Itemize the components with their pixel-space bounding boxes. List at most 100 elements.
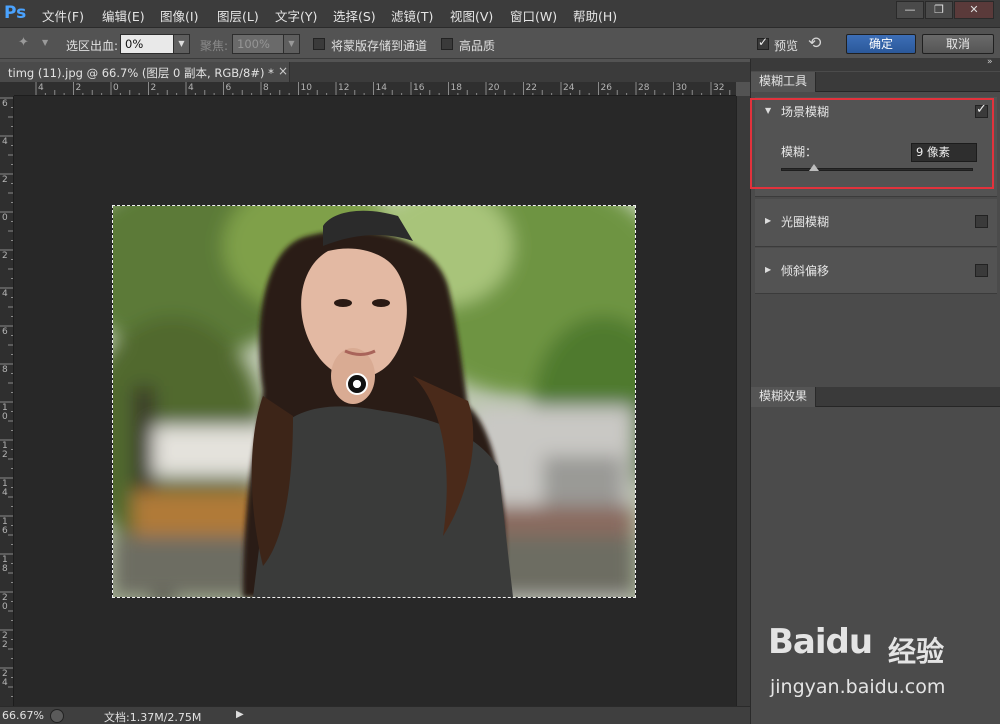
collapse-triangle-icon[interactable]: ▶ bbox=[765, 265, 771, 274]
document-photo[interactable] bbox=[113, 206, 635, 597]
ruler-tick-label: 14 bbox=[2, 479, 8, 498]
menu-layer[interactable]: 图层(L) bbox=[217, 6, 259, 25]
focus-dropdown-button[interactable]: ▼ bbox=[283, 34, 300, 54]
ruler-tick-label: 2 bbox=[2, 251, 8, 261]
ruler-tick-label: 32 bbox=[713, 83, 725, 93]
document-info: 文档:1.37M/2.75M bbox=[104, 711, 202, 724]
ruler-tick-label: 2 bbox=[2, 175, 8, 185]
ruler-tick-label: 18 bbox=[2, 555, 8, 574]
ruler-tick-label: 10 bbox=[2, 403, 8, 422]
panel-spacer bbox=[751, 295, 1000, 387]
ruler-tick-label: 26 bbox=[600, 83, 612, 93]
tilt-shift-checkbox[interactable] bbox=[975, 264, 988, 277]
preview-checkbox[interactable] bbox=[757, 35, 769, 50]
ruler-tick-label: 20 bbox=[488, 83, 500, 93]
ruler-tick-label: 20 bbox=[2, 593, 8, 612]
menu-type[interactable]: 文字(Y) bbox=[275, 6, 317, 25]
ruler-tick-label: 4 bbox=[2, 137, 8, 147]
iris-blur-label: 光圈模糊 bbox=[781, 215, 830, 229]
baidu-url-text: jingyan.baidu.com bbox=[770, 676, 946, 698]
preview-label: 预览 bbox=[774, 39, 799, 53]
menu-edit[interactable]: 编辑(E) bbox=[102, 6, 145, 25]
ruler-tick-label: 22 bbox=[2, 631, 8, 650]
ruler-tick-label: 2 bbox=[75, 83, 82, 93]
iris-blur-section: ▶ 光圈模糊 bbox=[755, 199, 997, 247]
status-bar: 66.67% 文档:1.37M/2.75M ▶ bbox=[0, 706, 750, 724]
ruler-tick-label: 24 bbox=[2, 669, 8, 688]
menu-view[interactable]: 视图(V) bbox=[450, 6, 493, 25]
feather-input[interactable]: 0% bbox=[120, 34, 174, 54]
ruler-tick-label: 0 bbox=[2, 213, 8, 223]
baidu-logo: Baidu bbox=[768, 622, 873, 662]
focus-input[interactable]: 100% bbox=[232, 34, 284, 54]
zoom-level[interactable]: 66.67% bbox=[2, 709, 44, 722]
ruler-tick-label: 4 bbox=[188, 83, 194, 93]
ruler-corner bbox=[0, 82, 14, 96]
document-tab-title: timg (11).jpg @ 66.7% (图层 0 副本, RGB/8#) … bbox=[8, 66, 274, 80]
pin-tool-icon[interactable]: ✦ bbox=[18, 35, 29, 50]
tab-close-icon[interactable]: × bbox=[278, 64, 288, 78]
menu-file[interactable]: 文件(F) bbox=[42, 6, 84, 25]
ruler-tick-label: 16 bbox=[2, 517, 8, 536]
menu-select[interactable]: 选择(S) bbox=[333, 6, 376, 25]
minimize-button[interactable]: — bbox=[896, 1, 924, 19]
tool-preset-dropdown-icon[interactable]: ▼ bbox=[42, 38, 48, 47]
ruler-tick-label: 4 bbox=[38, 83, 44, 93]
ruler-tick-label: 24 bbox=[563, 83, 575, 93]
ruler-tick-label: 10 bbox=[300, 83, 312, 93]
ruler-tick-label: 4 bbox=[2, 289, 8, 299]
menu-filter[interactable]: 滤镜(T) bbox=[391, 6, 433, 25]
iris-blur-checkbox[interactable] bbox=[975, 215, 988, 228]
high-quality-label: 高品质 bbox=[459, 39, 496, 53]
tilt-shift-section: ▶ 倾斜偏移 bbox=[755, 248, 997, 294]
cancel-button[interactable]: 取消 bbox=[922, 34, 994, 54]
ruler-tick-label: 0 bbox=[113, 83, 119, 93]
ruler-tick-label: 6 bbox=[225, 83, 232, 93]
ruler-tick-label: 22 bbox=[525, 83, 537, 93]
annotation-highlight-box bbox=[750, 98, 994, 189]
options-bar: ✦ ▼ 选区出血: 0% ▼ 聚焦: 100% ▼ 将蒙版存储到通道 高品质 预… bbox=[0, 29, 1000, 59]
photoshop-logo: Ps bbox=[4, 3, 27, 23]
panel-collapse-icon[interactable]: » bbox=[987, 57, 993, 67]
baidu-watermark: Baidu 经验 jingyan.baidu.com bbox=[768, 618, 998, 708]
collapse-triangle-icon[interactable]: ▶ bbox=[765, 216, 771, 225]
vertical-scrollbar[interactable] bbox=[736, 96, 750, 706]
menu-image[interactable]: 图像(I) bbox=[160, 6, 198, 25]
reset-icon[interactable]: ⟲ bbox=[808, 33, 821, 52]
high-quality-checkbox[interactable] bbox=[441, 38, 453, 50]
save-mask-checkbox[interactable] bbox=[313, 38, 325, 50]
ruler-tick-label: 30 bbox=[675, 83, 687, 93]
menu-bar: Ps 文件(F) 编辑(E) 图像(I) 图层(L) 文字(Y) 选择(S) 滤… bbox=[0, 0, 1000, 28]
ruler-tick-label: 2 bbox=[150, 83, 157, 93]
ruler-tick-label: 12 bbox=[2, 441, 8, 460]
document-tab[interactable]: timg (11).jpg @ 66.7% (图层 0 副本, RGB/8#) … bbox=[0, 62, 290, 82]
ok-button[interactable]: 确定 bbox=[846, 34, 916, 54]
tilt-shift-label: 倾斜偏移 bbox=[781, 264, 830, 278]
status-menu-arrow-icon[interactable]: ▶ bbox=[236, 709, 244, 720]
ruler-tick-label: 18 bbox=[450, 83, 462, 93]
feather-label: 选区出血: bbox=[66, 39, 119, 53]
panel-dock-bar: » bbox=[751, 57, 1000, 71]
photo-illustration bbox=[113, 206, 635, 597]
blur-effects-title[interactable]: 模糊效果 bbox=[751, 387, 817, 407]
menu-window[interactable]: 窗口(W) bbox=[510, 6, 557, 25]
status-icon[interactable] bbox=[50, 709, 64, 723]
ruler-tick-label: 16 bbox=[413, 83, 425, 93]
ruler-tick-label: 8 bbox=[2, 365, 8, 375]
ruler-horizontal: 4 2 0 2 4 6 8 10 12 14 16 18 20 22 24 26 28 30 32 bbox=[14, 82, 736, 96]
blur-pin-handle[interactable] bbox=[346, 373, 368, 395]
feather-dropdown-button[interactable]: ▼ bbox=[173, 34, 190, 54]
ruler-tick-label: 6 bbox=[2, 327, 8, 337]
save-mask-label: 将蒙版存储到通道 bbox=[331, 39, 428, 53]
photoshop-window: Ps 文件(F) 编辑(E) 图像(I) 图层(L) 文字(Y) 选择(S) 滤… bbox=[0, 0, 1000, 724]
maximize-button[interactable]: ❐ bbox=[925, 1, 953, 19]
ruler-tick-label: 12 bbox=[338, 83, 350, 93]
ruler-tick-label: 6 bbox=[2, 99, 8, 109]
ruler-vertical-ticks bbox=[0, 97, 13, 697]
menu-help[interactable]: 帮助(H) bbox=[573, 6, 617, 25]
blur-tools-header: 模糊工具 bbox=[751, 72, 1000, 92]
ruler-vertical: 6 4 2 0 2 4 6 8 10 12 14 16 18 20 22 24 bbox=[0, 96, 14, 706]
close-button[interactable]: ✕ bbox=[954, 1, 994, 19]
ruler-tick-label: 28 bbox=[638, 83, 650, 93]
blur-tools-title[interactable]: 模糊工具 bbox=[751, 72, 817, 92]
